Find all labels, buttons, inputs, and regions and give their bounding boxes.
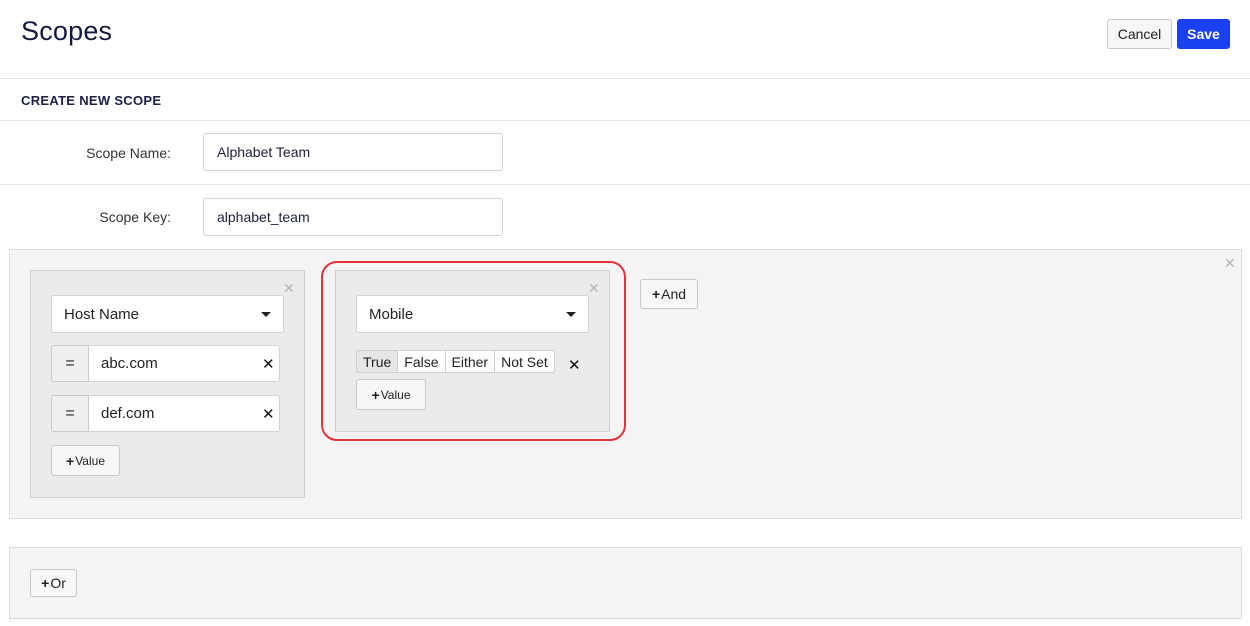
scope-name-input[interactable] — [203, 133, 503, 171]
add-value-label: Value — [75, 453, 105, 468]
plus-icon: + — [41, 575, 50, 591]
option-true[interactable]: True — [357, 351, 399, 372]
scope-key-label: Scope Key: — [99, 209, 171, 225]
plus-icon: + — [371, 386, 380, 403]
chevron-down-icon — [566, 311, 576, 317]
divider — [0, 120, 1250, 121]
value-input[interactable] — [89, 395, 280, 432]
operator-button[interactable]: = — [51, 345, 89, 382]
remove-icon[interactable]: ✕ — [262, 407, 275, 422]
value-input[interactable] — [89, 345, 280, 382]
save-button[interactable]: Save — [1177, 19, 1230, 49]
close-icon[interactable]: ✕ — [283, 281, 295, 295]
option-either[interactable]: Either — [446, 351, 496, 372]
divider — [0, 184, 1250, 185]
add-value-button[interactable]: + Value — [51, 445, 120, 476]
cancel-button[interactable]: Cancel — [1107, 19, 1172, 49]
add-or-button[interactable]: + Or — [30, 569, 77, 597]
boolean-toggle-group: True False Either Not Set — [356, 350, 555, 373]
operator-button[interactable]: = — [51, 395, 89, 432]
plus-icon: + — [66, 452, 75, 469]
field-select-host[interactable]: Host Name — [51, 295, 284, 333]
condition-row: = — [51, 345, 280, 382]
condition-row: = — [51, 395, 280, 432]
scope-name-label: Scope Name: — [86, 145, 171, 161]
option-false[interactable]: False — [398, 351, 446, 372]
plus-icon: + — [651, 286, 661, 302]
add-and-button[interactable]: + And — [640, 279, 698, 309]
field-select-value: Host Name — [64, 305, 140, 323]
close-icon[interactable]: ✕ — [588, 281, 600, 295]
divider — [0, 78, 1250, 79]
option-not-set[interactable]: Not Set — [495, 351, 554, 372]
add-value-button[interactable]: + Value — [356, 379, 426, 410]
field-select-mobile[interactable]: Mobile — [356, 295, 589, 333]
close-icon[interactable]: ✕ — [1224, 256, 1236, 270]
add-or-label: Or — [50, 575, 66, 591]
chevron-down-icon — [261, 311, 271, 317]
remove-icon[interactable]: ✕ — [262, 357, 275, 372]
page-title: Scopes — [21, 16, 113, 46]
remove-icon[interactable]: ✕ — [568, 358, 581, 373]
add-value-label: Value — [380, 387, 411, 402]
or-area — [9, 547, 1242, 619]
field-select-value: Mobile — [369, 305, 414, 323]
add-and-label: And — [661, 286, 687, 302]
scope-key-input[interactable] — [203, 198, 503, 236]
section-title: CREATE NEW SCOPE — [21, 93, 162, 108]
